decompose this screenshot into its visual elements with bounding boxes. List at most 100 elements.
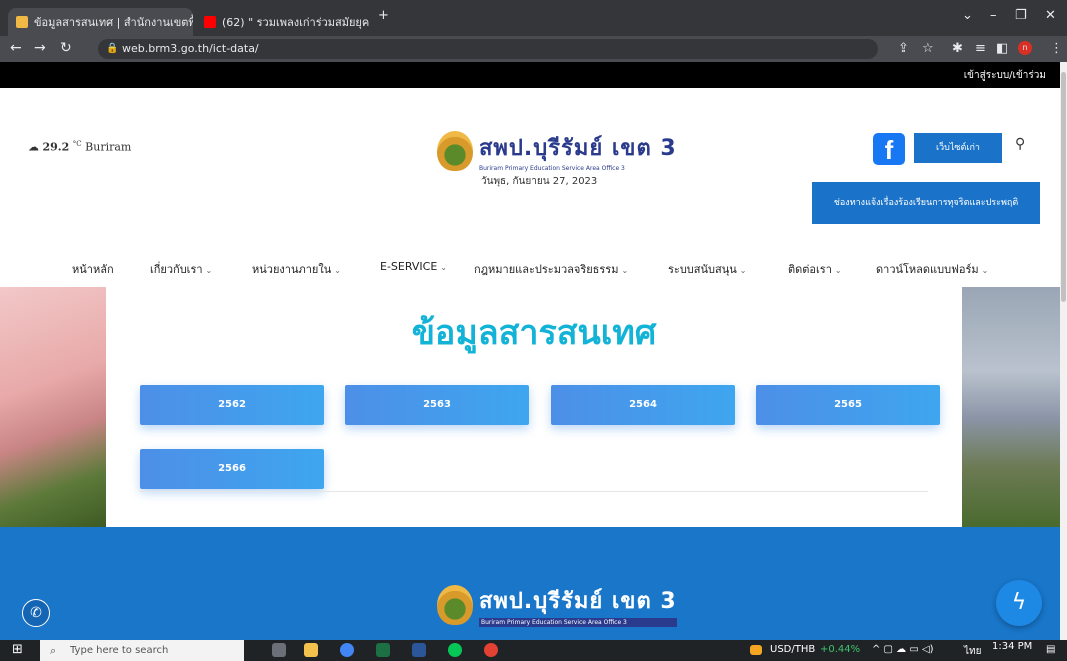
year-button-2565[interactable]: 2565 (756, 385, 940, 425)
nav-label: ติดต่อเรา (788, 263, 832, 276)
background-photo-left (0, 287, 106, 527)
weather-widget: ☁ 29.2 °C Buriram (28, 140, 131, 154)
nav-item-contact[interactable]: ติดต่อเรา ⌄ (788, 260, 842, 278)
reading-list-icon[interactable]: ≡ (975, 41, 986, 56)
tab-title: (62) " รวมเพลงเก่าร่วมสมัยยุค 8… (222, 16, 371, 29)
footer-logo-title: สพป.บุรีรัมย์ เขต 3 (479, 589, 677, 614)
word-icon[interactable] (412, 643, 426, 657)
lock-icon: 🔒 (106, 43, 119, 54)
profile-avatar-icon[interactable]: n (1018, 41, 1032, 55)
logo-title: สพป.บุรีรัมย์ เขต 3 (479, 136, 677, 161)
year-button-2562[interactable]: 2562 (140, 385, 324, 425)
nav-item-support[interactable]: ระบบสนับสนุน ⌄ (668, 260, 746, 278)
weather-city: Buriram (85, 140, 132, 154)
side-panel-icon[interactable]: ◧ (996, 41, 1008, 56)
site-header: ☁ 29.2 °C Buriram สพป.บุรีรัมย์ เขต 3 Bu… (0, 88, 1060, 238)
forward-icon[interactable]: → (34, 40, 46, 56)
footer-logo-subtitle: Buriram Primary Education Service Area O… (479, 618, 677, 627)
tray-icons[interactable]: ^ ▢ ☁ ▭ ◁) (872, 644, 934, 655)
search-icon: ⌕ (50, 644, 57, 657)
year-button-2566[interactable]: 2566 (140, 449, 324, 489)
nav-label: ระบบสนับสนุน (668, 263, 737, 276)
complaint-button[interactable]: ช่องทางแจ้งเรื่องร้องเรียนการทุจริตและปร… (812, 182, 1040, 224)
new-tab-icon[interactable]: + (378, 8, 389, 23)
tab-title: ข้อมูลสารสนเทศ | สำนักงานเขตพื้นที่… (34, 16, 193, 29)
tab-search-icon[interactable]: ⌄ (962, 8, 973, 23)
address-bar: ← → ↻ 🔒 web.brm3.go.th/ict-data/ ⇪ ☆ ✱ ≡… (0, 36, 1067, 62)
nav-item-eservice[interactable]: E-SERVICE ⌄ (380, 260, 447, 273)
messenger-icon[interactable]: ϟ (996, 580, 1042, 626)
line-icon[interactable] (448, 643, 462, 657)
excel-icon[interactable] (376, 643, 390, 657)
extensions-icon[interactable]: ✱ (952, 41, 963, 56)
file-explorer-icon[interactable] (304, 643, 318, 657)
footer-logo[interactable]: สพป.บุรีรัมย์ เขต 3 Buriram Primary Educ… (437, 583, 677, 627)
chevron-down-icon: ⌄ (981, 266, 989, 275)
nav-item-about[interactable]: เกี่ยวกับเรา ⌄ (150, 260, 212, 278)
youtube-favicon-icon (204, 16, 216, 28)
clock-time[interactable]: 1:34 PM (992, 641, 1032, 652)
language-indicator[interactable]: ไทย (964, 644, 981, 659)
bookmark-star-icon[interactable]: ☆ (922, 41, 934, 56)
nav-item-home[interactable]: หน้าหลัก (72, 260, 114, 278)
nav-item-law[interactable]: กฎหมายและประมวลจริยธรรม ⌄ (474, 260, 628, 278)
main-nav: หน้าหลัก เกี่ยวกับเรา ⌄ หน่วยงานภายใน ⌄ E-… (0, 252, 1060, 282)
back-icon[interactable]: ← (10, 40, 22, 56)
share-icon[interactable]: ⇪ (898, 41, 909, 56)
cloud-icon: ☁ (28, 140, 39, 154)
facebook-icon[interactable]: f (873, 133, 905, 165)
chrome-profile-icon[interactable] (484, 643, 498, 657)
site-footer: สพป.บุรีรัมย์ เขต 3 Buriram Primary Educ… (0, 527, 1060, 640)
task-view-icon[interactable] (272, 643, 286, 657)
search-icon[interactable]: ⚲ (1015, 136, 1025, 152)
chevron-down-icon: ⌄ (621, 266, 629, 275)
windows-start-icon[interactable]: ⊞ (12, 642, 23, 657)
page-scrollbar[interactable] (1060, 62, 1067, 640)
nav-label: กฎหมายและประมวลจริยธรรม (474, 263, 619, 276)
reload-icon[interactable]: ↻ (60, 40, 72, 56)
site-favicon-icon (16, 16, 28, 28)
content-section: ข้อมูลสารสนเทศ 2562 2563 2564 2565 2566 (0, 287, 1060, 527)
seal-icon (437, 131, 473, 171)
chevron-down-icon: ⌄ (834, 266, 842, 275)
taskbar-search-placeholder: Type here to search (70, 645, 169, 656)
chevron-down-icon: ⌄ (739, 266, 747, 275)
currency-change: +0.44% (820, 644, 861, 655)
browser-tab-active[interactable]: ข้อมูลสารสนเทศ | สำนักงานเขตพื้นที่… ✕ (8, 8, 193, 36)
windows-taskbar: ⊞ ⌕ Type here to search USD/THB +0.44% ^… (0, 640, 1067, 661)
old-site-button[interactable]: เว็บไซต์เก่า (914, 133, 1002, 163)
year-button-2564[interactable]: 2564 (551, 385, 735, 425)
temperature: 29.2 (42, 140, 70, 154)
chevron-down-icon: ⌄ (334, 266, 341, 275)
background-photo-right (962, 287, 1060, 527)
content-panel: ข้อมูลสารสนเทศ 2562 2563 2564 2565 2566 (106, 287, 962, 527)
accessibility-icon[interactable]: ✆ (22, 599, 50, 627)
seal-icon (437, 585, 473, 625)
nav-label: E-SERVICE (380, 260, 438, 273)
login-link[interactable]: เข้าสู่ระบบ/เข้าร่วม (964, 68, 1046, 83)
browser-tab[interactable]: (62) " รวมเพลงเก่าร่วมสมัยยุค 8… ✕ (196, 8, 371, 36)
current-date: วันพุธ, กันยายน 27, 2023 (481, 176, 598, 187)
page-title: ข้อมูลสารสนเทศ (411, 313, 657, 353)
scrollbar-thumb[interactable] (1061, 72, 1066, 302)
menu-kebab-icon[interactable]: ⋮ (1050, 41, 1063, 56)
maximize-icon[interactable]: ❐ (1015, 8, 1027, 23)
site-logo[interactable]: สพป.บุรีรัมย์ เขต 3 Buriram Primary Educ… (437, 130, 677, 172)
year-button-2563[interactable]: 2563 (345, 385, 529, 425)
nav-label: เกี่ยวกับเรา (150, 263, 203, 276)
minimize-icon[interactable]: – (990, 8, 997, 23)
currency-pair[interactable]: USD/THB (770, 644, 815, 655)
taskbar-search-input[interactable]: ⌕ Type here to search (40, 640, 244, 661)
nav-item-download[interactable]: ดาวน์โหลดแบบฟอร์ม ⌄ (876, 260, 988, 278)
url-text: web.brm3.go.th/ict-data/ (122, 42, 259, 55)
chrome-icon[interactable] (340, 643, 354, 657)
notifications-icon[interactable]: ▤ (1046, 644, 1055, 655)
nav-item-departments[interactable]: หน่วยงานภายใน ⌄ (252, 260, 341, 278)
nav-label: หน่วยงานภายใน (252, 263, 332, 276)
url-field[interactable]: 🔒 web.brm3.go.th/ict-data/ (98, 39, 878, 59)
browser-tabbar: ข้อมูลสารสนเทศ | สำนักงานเขตพื้นที่… ✕ (… (0, 0, 1067, 36)
nav-label: ดาวน์โหลดแบบฟอร์ม (876, 263, 979, 276)
close-window-icon[interactable]: ✕ (1045, 8, 1056, 23)
temperature-unit: °C (72, 140, 82, 148)
top-strip: เข้าสู่ระบบ/เข้าร่วม (0, 62, 1060, 88)
